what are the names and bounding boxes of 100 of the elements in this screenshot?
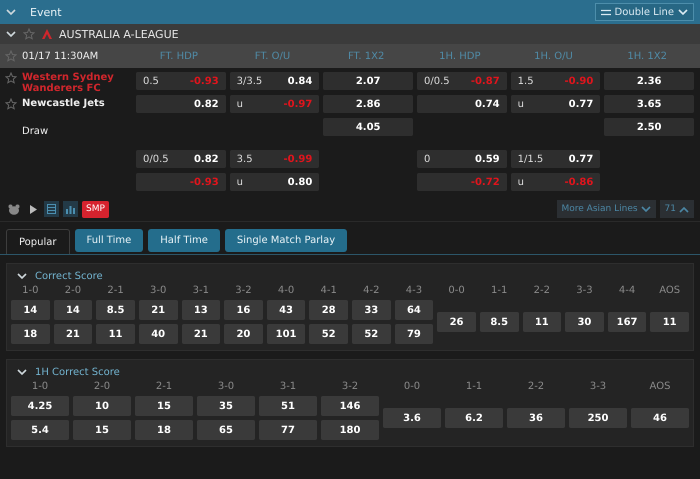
odds-button[interactable]: 77	[259, 420, 317, 440]
odds-button[interactable]: 6.2	[445, 408, 503, 428]
star-icon[interactable]	[23, 28, 35, 40]
chevron-down-icon[interactable]	[6, 30, 16, 38]
odds-button[interactable]: 26	[437, 312, 476, 332]
odds-button[interactable]: 1/1.5 0.77	[510, 150, 600, 168]
odds-button[interactable]: 1.5 -0.90	[510, 72, 600, 90]
odds-button[interactable]: 15	[73, 420, 131, 440]
odds-button[interactable]: 52	[309, 324, 348, 344]
odds-button[interactable]: 11	[650, 312, 689, 332]
event-title: Event	[30, 6, 62, 18]
odds-button[interactable]: u 0.80	[230, 173, 320, 191]
smp-button[interactable]: SMP	[82, 200, 109, 218]
market-tab[interactable]: Half Time	[148, 229, 220, 252]
team-name: Newcastle Jets	[22, 98, 106, 109]
odds-button[interactable]: 33	[352, 300, 391, 320]
odds-button[interactable]: 0 0.59	[416, 150, 507, 168]
panel-title: Correct Score	[35, 271, 103, 282]
score-label: 1-1	[464, 381, 484, 393]
odds-button[interactable]: 0.5 -0.93	[136, 72, 226, 90]
odds-button[interactable]: 30	[565, 312, 604, 332]
odds-button[interactable]: 14	[54, 300, 92, 320]
market-tab[interactable]: Full Time	[74, 229, 144, 252]
odds-button[interactable]: 52	[352, 324, 391, 344]
view-select[interactable]: Double Line	[594, 3, 694, 21]
odds-button[interactable]: 11	[96, 324, 135, 344]
odds-button[interactable]: 10	[73, 396, 131, 416]
odds-button[interactable]: 180	[321, 420, 379, 440]
odds-button[interactable]: 3.6	[383, 408, 441, 428]
odds-button[interactable]: 2.50	[604, 118, 694, 136]
odds-button[interactable]: u -0.97	[230, 95, 320, 113]
odds-button[interactable]: 43	[266, 300, 306, 320]
odds-button[interactable]: 0.82	[136, 95, 226, 113]
market-tab[interactable]: Single Match Parlay	[224, 229, 348, 252]
odds-button[interactable]: 14	[11, 300, 50, 320]
odds-button[interactable]: 0.74	[416, 95, 507, 113]
odds-button[interactable]: 146	[321, 396, 379, 416]
odds-button[interactable]: 65	[197, 420, 255, 440]
score-label: 3-0	[216, 381, 236, 393]
odds-button[interactable]: 46	[631, 408, 689, 428]
odds-button[interactable]: 8.5	[480, 312, 518, 332]
odds-button[interactable]: 15	[135, 396, 193, 416]
odds-button[interactable]: 2.86	[323, 95, 413, 113]
star-icon[interactable]	[5, 98, 17, 110]
odds-button[interactable]: 0/0.5 0.82	[136, 150, 226, 168]
score-label: 3-3	[575, 285, 594, 297]
market-header: FT. 1X2	[346, 50, 386, 62]
odds-button[interactable]: 18	[11, 324, 50, 344]
odds-button[interactable]: 79	[394, 324, 434, 344]
odds-button[interactable]: 21	[54, 324, 92, 344]
play-icon	[28, 204, 36, 214]
score-label: 4-4	[618, 285, 636, 297]
odds-button[interactable]: 28	[309, 300, 348, 320]
market-header: FT. HDP	[158, 50, 199, 62]
odds-button[interactable]: u 0.77	[510, 95, 600, 113]
odds-button[interactable]: 167	[608, 312, 646, 332]
market-tab[interactable]: Popular	[6, 229, 70, 254]
list-button[interactable]	[44, 201, 59, 217]
chevron-up-icon	[679, 206, 689, 212]
score-label: 3-1	[278, 381, 298, 393]
odds-button[interactable]: 3.5 -0.99	[230, 150, 320, 168]
odds-button[interactable]: 3.65	[604, 95, 694, 113]
score-label: 4-3	[404, 285, 424, 297]
stats-button[interactable]	[63, 201, 78, 217]
star-icon[interactable]	[5, 50, 17, 62]
odds-button[interactable]: 21	[138, 300, 178, 320]
odds-button[interactable]: 11	[522, 312, 562, 332]
odds-button[interactable]: 35	[197, 396, 255, 416]
score-label: 2-2	[526, 381, 546, 393]
team-name: Western Sydney Wanderers FC	[22, 72, 115, 94]
odds-button[interactable]: 18	[135, 420, 193, 440]
odds-button[interactable]: 64	[394, 300, 434, 320]
odds-button[interactable]: 3/3.5 0.84	[230, 72, 320, 90]
odds-button[interactable]: 2.36	[604, 72, 694, 90]
odds-button[interactable]: u -0.86	[510, 173, 600, 191]
star-icon[interactable]	[5, 72, 17, 84]
odds-button[interactable]: 21	[182, 324, 220, 344]
score-label: 2-2	[532, 285, 551, 297]
odds-button[interactable]: 5.4	[11, 420, 69, 440]
odds-button[interactable]: 101	[266, 324, 306, 344]
odds-button[interactable]: 0/0.5 -0.87	[416, 72, 507, 90]
odds-button[interactable]: 16	[224, 300, 263, 320]
odds-button[interactable]: 13	[182, 300, 220, 320]
score-label: 0-0	[402, 381, 422, 393]
odds-button[interactable]: 4.05	[323, 118, 413, 136]
odds-button[interactable]: 2.07	[323, 72, 413, 90]
odds-button[interactable]: 250	[569, 408, 627, 428]
list-icon	[47, 204, 56, 214]
score-label: 3-2	[234, 285, 253, 297]
odds-button[interactable]: 4.25	[11, 396, 69, 416]
odds-button[interactable]: 20	[224, 324, 263, 344]
odds-button[interactable]: 8.5	[96, 300, 135, 320]
odds-button[interactable]: 51	[259, 396, 317, 416]
odds-button[interactable]: 36	[507, 408, 565, 428]
league-name: AUSTRALIA A-LEAGUE	[59, 28, 179, 40]
score-label: 2-0	[64, 285, 82, 297]
odds-button[interactable]: 40	[138, 324, 178, 344]
chevron-down-icon[interactable]	[17, 273, 27, 280]
chevron-down-icon[interactable]	[17, 369, 27, 376]
chevron-down-icon	[678, 8, 688, 16]
